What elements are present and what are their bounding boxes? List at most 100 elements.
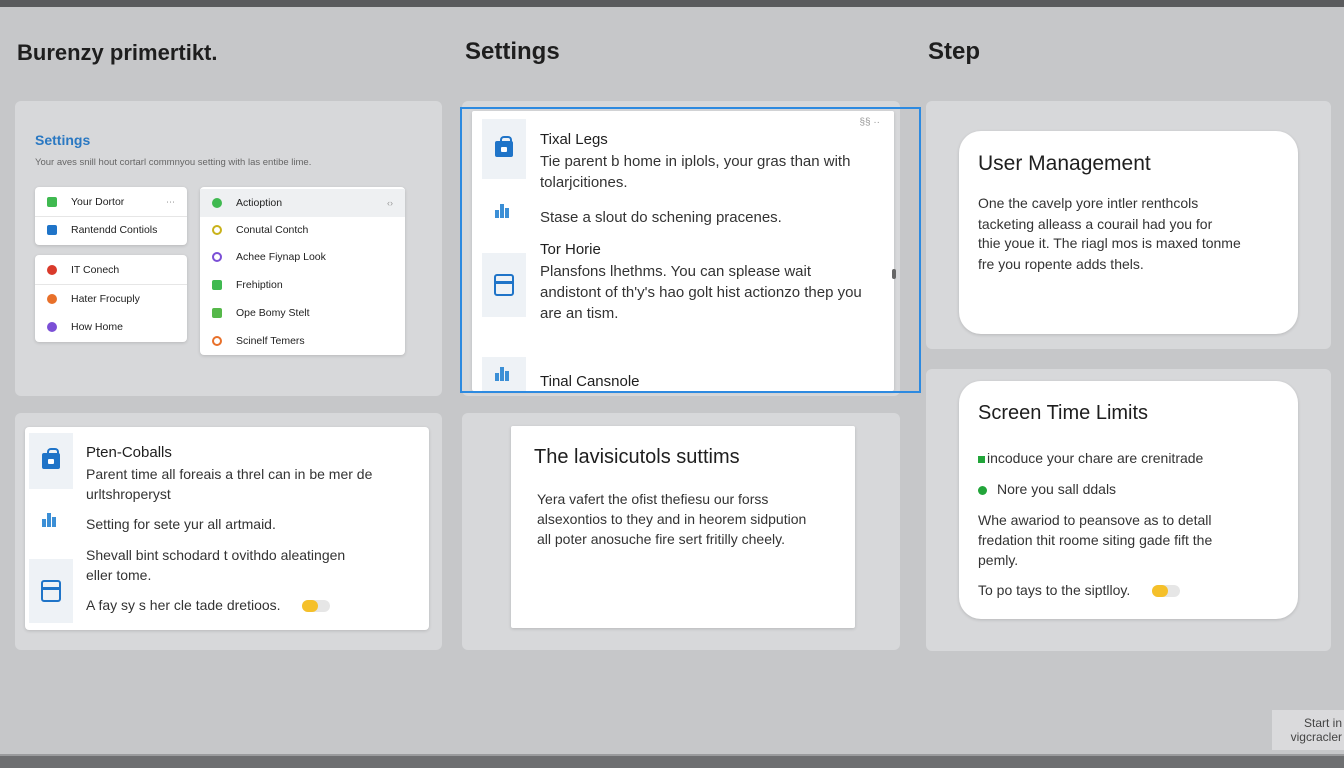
- screen-time-line: To po tays to the siptlloy.: [978, 582, 1131, 598]
- list-item-body: Stase a slout do schening pracenes.: [540, 209, 782, 226]
- list-item-title: Tor Horie: [540, 241, 601, 258]
- settings-item-frehiption[interactable]: Frehiption: [200, 271, 405, 299]
- window-bottom-bar: [0, 754, 1344, 768]
- suttims-line: alsexontios to they and in heorem sidput…: [537, 511, 807, 527]
- settings-item-label: Your Dortor: [71, 196, 125, 208]
- user-management-line: thie youe it. The riagl mos is maxed ton…: [978, 235, 1241, 251]
- settings-overview-panel: Settings Your aves snill hout cortarl co…: [15, 101, 442, 396]
- screen-time-line: fredation thit roome siting gade fift th…: [978, 532, 1213, 548]
- chart-tile-2: [482, 357, 526, 391]
- bag-tile: [482, 119, 526, 179]
- user-management-card[interactable]: User Management One the cavelp yore intl…: [959, 131, 1298, 334]
- settings-item-label: Achee Fiynap Look: [236, 251, 326, 263]
- scrollbar-thumb[interactable]: [892, 269, 896, 279]
- ring-yellow-icon: [212, 225, 222, 235]
- settings-item-label: Rantendd Contiols: [71, 224, 158, 236]
- settings-item-actioption[interactable]: Actioption ‹›: [200, 189, 405, 217]
- square-green-icon: [212, 280, 222, 290]
- parental-controls-card: Pten-Coballs Parent time all foreais a t…: [25, 427, 429, 630]
- screen-time-row: Nore you sall ddals: [978, 479, 1116, 500]
- list-item-body: Plansfons lhethms. You can splease wait …: [540, 263, 862, 322]
- ring-orange-icon: [212, 336, 222, 346]
- window-top-bar: [0, 0, 1344, 7]
- parental-controls-panel: Pten-Coballs Parent time all foreais a t…: [15, 413, 442, 650]
- toggle-switch[interactable]: [1152, 585, 1181, 598]
- corner-indicator: §§ ··: [859, 117, 880, 128]
- dot-orange-icon: [47, 294, 57, 304]
- parental-card-line: Parent time all foreais a threl can in b…: [86, 466, 373, 482]
- bar-chart-icon: [495, 204, 513, 218]
- settings-group-actions: Actioption ‹› Conutal Contch Achee Fiyna…: [200, 187, 405, 355]
- screen-time-panel: Screen Time Limits incoduce your chare a…: [926, 369, 1331, 651]
- toggle-switch[interactable]: [302, 600, 331, 613]
- settings-item-hater-frocuply[interactable]: Hater Frocuply: [35, 285, 187, 313]
- settings-item-rantendd-contiols[interactable]: Rantendd Contiols: [35, 216, 187, 244]
- screen-time-title: Screen Time Limits: [978, 402, 1149, 424]
- settings-item-label: Conutal Contch: [236, 224, 309, 236]
- screen-time-card[interactable]: Screen Time Limits incoduce your chare a…: [959, 381, 1298, 619]
- suttims-line: all poter anosuche fire sert fritilly ch…: [537, 531, 785, 547]
- box-tile: [29, 559, 73, 623]
- suttims-panel: The lavisicutols suttims Yera vafert the…: [462, 413, 900, 650]
- parental-card-title: Pten-Coballs: [86, 444, 172, 461]
- screen-time-line: Whe awariod to peansove as to detall: [978, 512, 1212, 528]
- user-management-panel: User Management One the cavelp yore intl…: [926, 101, 1331, 349]
- screen-time-row[interactable]: To po tays to the siptlloy.: [978, 580, 1181, 601]
- list-item-title: Tixal Legs: [540, 131, 608, 148]
- settings-item-label: How Home: [71, 321, 123, 333]
- watermark-line: Start in: [1303, 716, 1342, 730]
- parental-card-line: Shevall bint schodard t ovithdo aleating…: [86, 547, 346, 563]
- box-tile: [482, 253, 526, 317]
- settings-item-label: Scinelf Temers: [236, 335, 305, 347]
- shopping-bag-icon: [495, 136, 513, 157]
- settings-item-label: Hater Frocuply: [71, 293, 140, 305]
- watermark-line: vigcracler: [1290, 730, 1342, 744]
- square-blue-icon: [47, 225, 57, 235]
- ring-purple-icon: [212, 252, 222, 262]
- settings-item-achee-fiynap-look[interactable]: Achee Fiynap Look: [200, 243, 405, 271]
- middle-list-panel: §§ ·· Tixal Legs Tie parent b home in ip…: [462, 101, 900, 396]
- screen-time-line: pemly.: [978, 552, 1019, 568]
- parental-card-line: Setting for sete yur all artmaid.: [86, 516, 276, 532]
- screen-time-line: Nore you sall ddals: [997, 481, 1117, 497]
- settings-group-account: Your Dortor ⋯ Rantendd Contiols: [35, 187, 187, 245]
- parental-card-line: A fay sy s her cle tade dretioos.: [86, 597, 281, 613]
- bag-tile: [29, 433, 73, 489]
- settings-item-label: IT Conech: [71, 264, 120, 276]
- column-title-step: Step: [928, 38, 981, 65]
- column-title-left: Burenzy primertikt.: [17, 40, 218, 65]
- parental-card-row[interactable]: A fay sy s her cle tade dretioos.: [86, 595, 331, 616]
- check-icon: [978, 455, 985, 463]
- parental-card-line: eller tome.: [86, 567, 152, 583]
- list-item-title: Tinal Cansnole: [540, 373, 640, 390]
- settings-item-conutal-contch[interactable]: Conutal Contch: [200, 216, 405, 244]
- code-arrows-icon: ‹›: [387, 198, 393, 208]
- suttims-title: The lavisicutols suttims: [534, 446, 740, 468]
- bar-chart-icon: [42, 513, 60, 527]
- column-title-settings: Settings: [465, 38, 560, 65]
- bar-chart-icon: [495, 367, 513, 381]
- settings-item-it-conech[interactable]: IT Conech: [35, 256, 187, 284]
- settings-item-scinelf-temers[interactable]: Scinelf Temers: [200, 327, 405, 355]
- screen-time-row: incoduce your chare are crenitrade: [978, 448, 1203, 469]
- settings-item-label: Actioption: [236, 197, 283, 209]
- dot-purple-icon: [47, 322, 57, 332]
- chart-tile: [482, 191, 526, 231]
- status-dot-icon: [978, 485, 987, 495]
- settings-item-how-home[interactable]: How Home: [35, 313, 187, 341]
- suttims-line: Yera vafert the ofist thefiesu our forss: [537, 491, 769, 507]
- middle-list-card: §§ ·· Tixal Legs Tie parent b home in ip…: [472, 111, 894, 391]
- container-icon: [494, 274, 514, 296]
- list-item-body: Tie parent b home in iplols, your gras t…: [540, 153, 851, 191]
- settings-item-your-dortor[interactable]: Your Dortor ⋯: [35, 188, 187, 216]
- container-icon: [41, 580, 61, 602]
- more-icon: ⋯: [166, 196, 175, 207]
- settings-item-ope-bomy-stelt[interactable]: Ope Bomy Stelt: [200, 299, 405, 327]
- user-management-line: fre you ropente adds thels.: [978, 256, 1144, 272]
- settings-panel-title: Settings: [35, 132, 91, 148]
- watermark: Start in vigcracler: [1272, 710, 1344, 750]
- dot-red-icon: [47, 265, 57, 275]
- user-management-line: One the cavelp yore intler renthcols: [978, 195, 1199, 211]
- user-management-title: User Management: [978, 152, 1151, 175]
- settings-panel-subtitle: Your aves snill hout cortarl commnyou se…: [35, 157, 312, 168]
